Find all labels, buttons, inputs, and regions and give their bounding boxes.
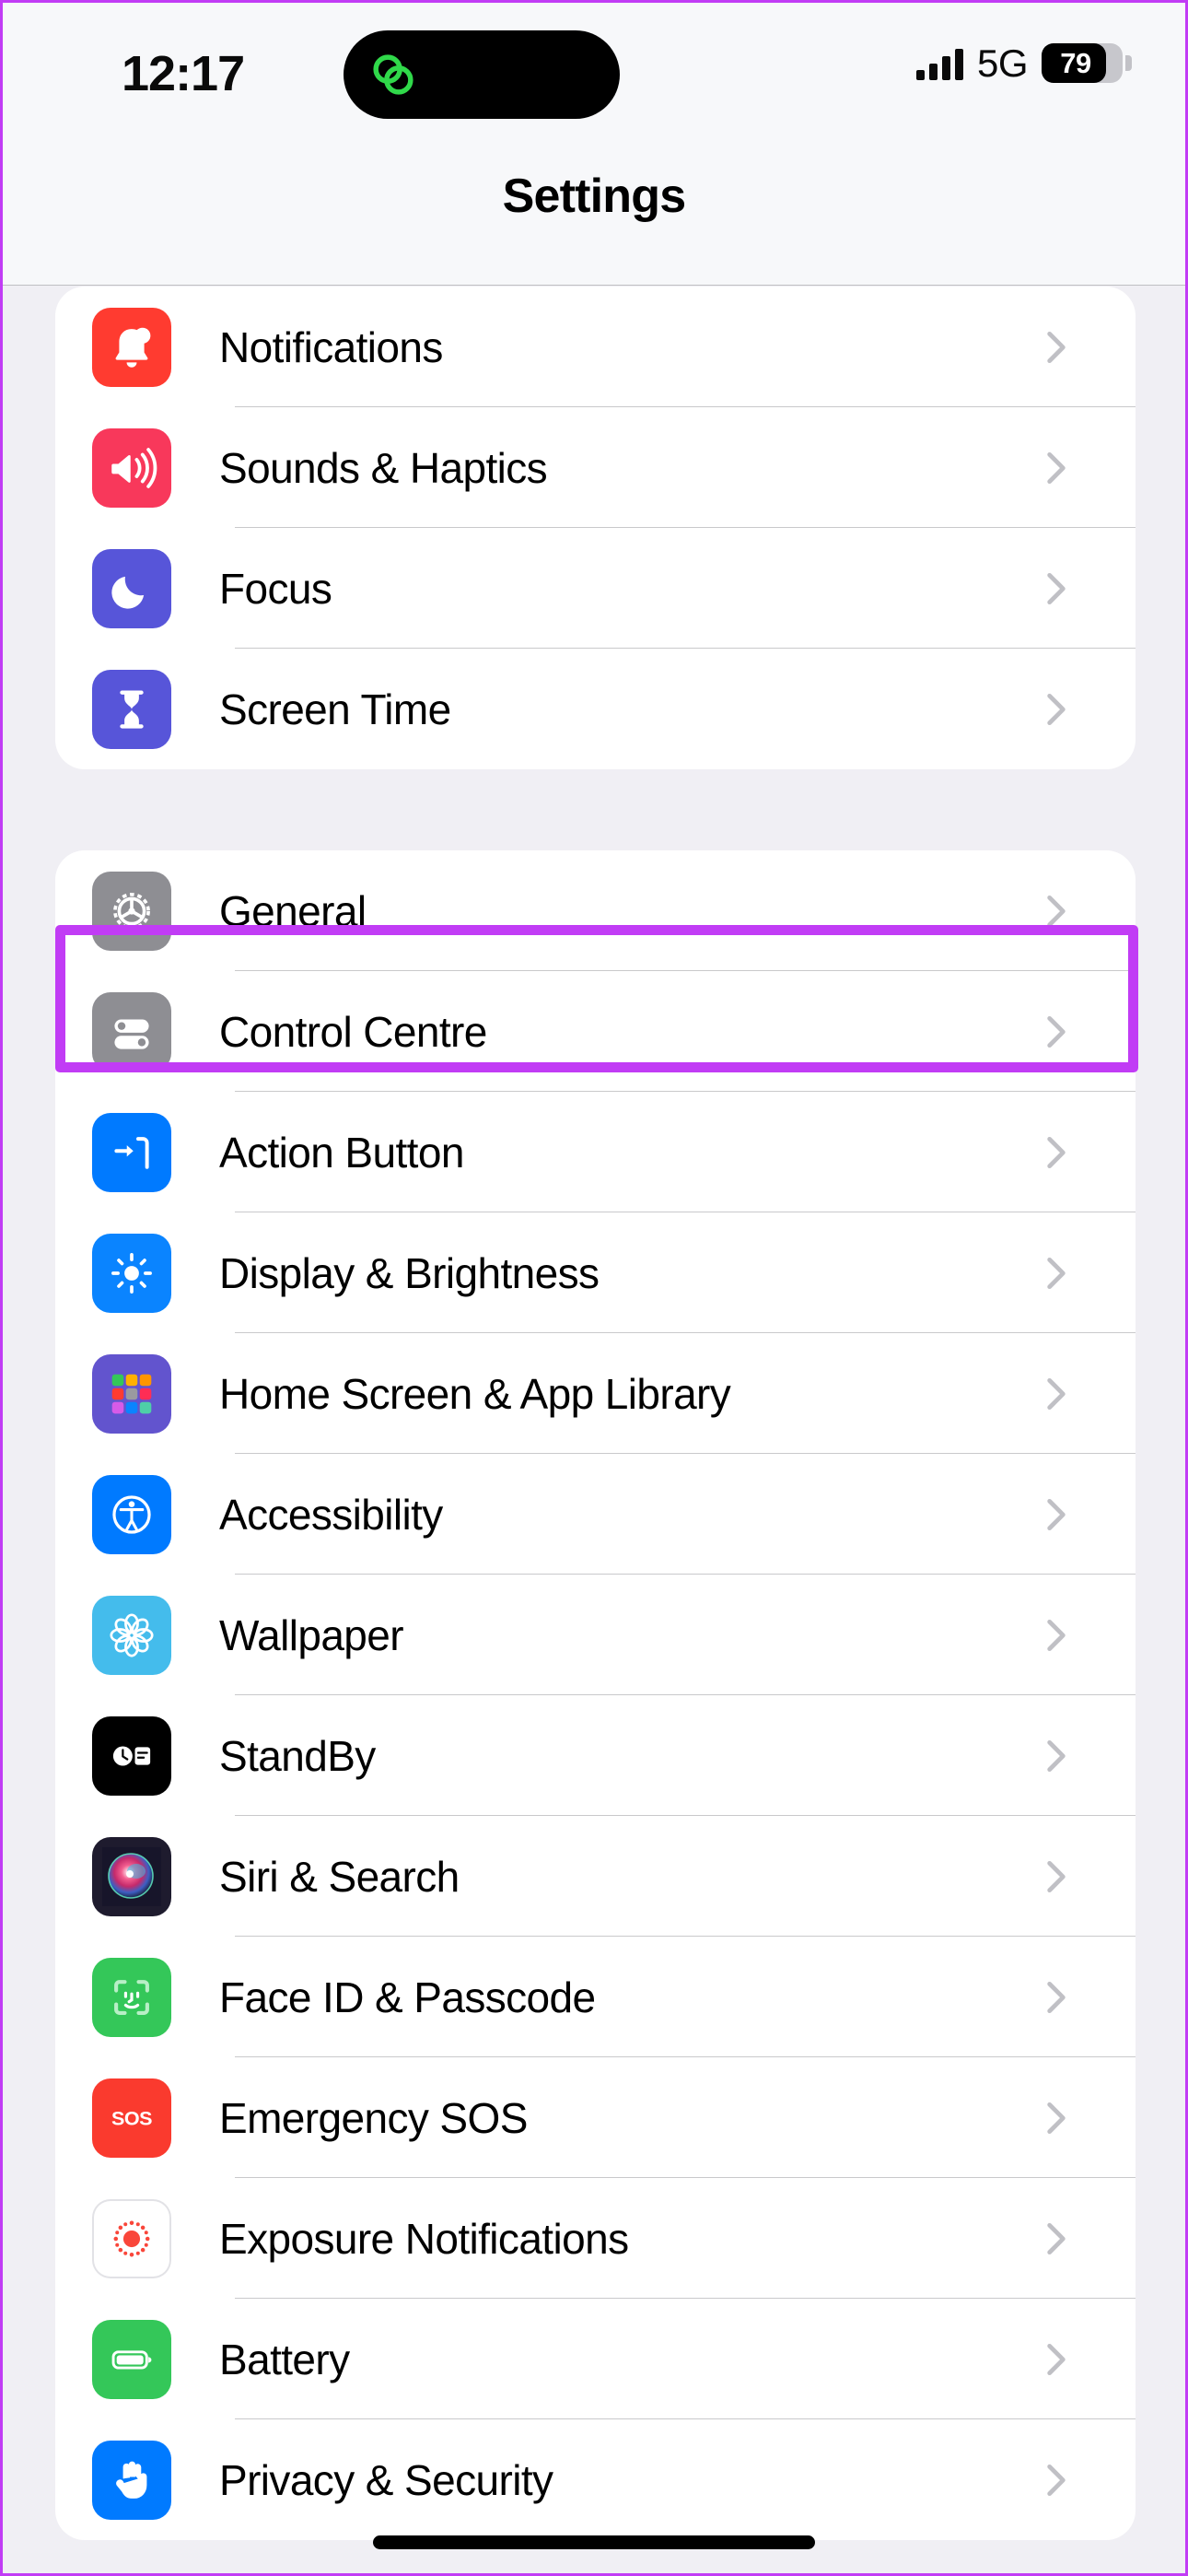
settings-row-general[interactable]: General: [55, 850, 1136, 971]
cellular-signal-icon: [915, 47, 963, 80]
siri-orb-icon: [92, 1836, 171, 1916]
settings-row-privacy-security[interactable]: Privacy & Security: [55, 2419, 1136, 2540]
chevron-right-icon: [1046, 894, 1066, 929]
status-bar-clock: 12:17: [122, 46, 245, 101]
sun-icon: [92, 1233, 171, 1313]
hand-raised-icon: [92, 2440, 171, 2520]
settings-row-display-brightness[interactable]: Display & Brightness: [55, 1212, 1136, 1333]
page-title: Settings: [502, 170, 687, 223]
dynamic-island[interactable]: [344, 30, 620, 119]
settings-group-1: Notifications Sounds & Haptics Focus Scr…: [55, 287, 1136, 769]
settings-row-label: General: [219, 886, 367, 935]
hourglass-icon: [92, 669, 171, 749]
settings-row-label: Control Centre: [219, 1007, 487, 1056]
settings-row-face-id-passcode[interactable]: Face ID & Passcode: [55, 1937, 1136, 2057]
settings-row-emergency-sos[interactable]: SOS Emergency SOS: [55, 2057, 1136, 2178]
settings-row-siri-search[interactable]: Siri & Search: [55, 1816, 1136, 1937]
flower-icon: [92, 1595, 171, 1675]
bell-icon: [92, 307, 171, 387]
settings-row-home-screen-app-library[interactable]: Home Screen & App Library: [55, 1333, 1136, 1454]
sliders-icon: [92, 991, 171, 1071]
speaker-wave-icon: [92, 427, 171, 508]
settings-row-sounds-haptics[interactable]: Sounds & Haptics: [55, 407, 1136, 528]
exposure-dots-icon: [92, 2198, 171, 2278]
standby-clock-icon: [92, 1715, 171, 1796]
network-type-label: 5G: [976, 41, 1029, 85]
settings-group-2: General Control Centre Action Button Dis…: [55, 850, 1136, 2540]
settings-row-battery[interactable]: Battery: [55, 2299, 1136, 2419]
chevron-right-icon: [1046, 2463, 1066, 2498]
action-button-icon: [92, 1112, 171, 1192]
settings-row-label: Battery: [219, 2335, 350, 2383]
svg-text:SOS: SOS: [111, 2106, 152, 2129]
app-grid-icon: [92, 1353, 171, 1434]
chevron-right-icon: [1046, 692, 1066, 727]
settings-row-exposure-notifications[interactable]: Exposure Notifications: [55, 2178, 1136, 2299]
home-indicator: [373, 2535, 815, 2549]
settings-row-screen-time[interactable]: Screen Time: [55, 649, 1136, 769]
battery-percent-label: 79: [1060, 46, 1091, 79]
settings-row-label: Sounds & Haptics: [219, 443, 548, 492]
chevron-right-icon: [1046, 1618, 1066, 1653]
chevron-right-icon: [1046, 1739, 1066, 1774]
settings-row-label: Emergency SOS: [219, 2093, 528, 2142]
chevron-right-icon: [1046, 1376, 1066, 1411]
settings-row-label: Privacy & Security: [219, 2455, 553, 2504]
settings-row-label: Display & Brightness: [219, 1248, 600, 1297]
settings-row-standby[interactable]: StandBy: [55, 1695, 1136, 1816]
settings-list[interactable]: Notifications Sounds & Haptics Focus Scr…: [3, 287, 1185, 2573]
settings-row-wallpaper[interactable]: Wallpaper: [55, 1575, 1136, 1695]
moon-icon: [92, 548, 171, 628]
chevron-right-icon: [1046, 2101, 1066, 2136]
chevron-right-icon: [1046, 1497, 1066, 1532]
chevron-right-icon: [1046, 571, 1066, 606]
chevron-right-icon: [1046, 2221, 1066, 2256]
link-circles-icon: [373, 54, 413, 95]
battery-icon: 79: [1042, 43, 1132, 83]
chevron-right-icon: [1046, 1859, 1066, 1894]
settings-row-action-button[interactable]: Action Button: [55, 1092, 1136, 1212]
settings-row-control-centre[interactable]: Control Centre: [55, 971, 1136, 1092]
sos-icon: SOS: [92, 2078, 171, 2158]
chevron-right-icon: [1046, 1980, 1066, 2015]
settings-row-label: Siri & Search: [219, 1852, 460, 1901]
settings-row-label: Focus: [219, 564, 332, 613]
accessibility-icon: [92, 1474, 171, 1554]
settings-row-label: Face ID & Passcode: [219, 1973, 596, 2021]
settings-row-label: Screen Time: [219, 685, 451, 733]
chevron-right-icon: [1046, 451, 1066, 486]
chevron-right-icon: [1046, 1135, 1066, 1170]
settings-row-label: Exposure Notifications: [219, 2214, 629, 2263]
chevron-right-icon: [1046, 1256, 1066, 1291]
gear-icon: [92, 871, 171, 951]
chevron-right-icon: [1046, 330, 1066, 365]
settings-row-label: Wallpaper: [219, 1610, 404, 1659]
settings-row-focus[interactable]: Focus: [55, 528, 1136, 649]
status-bar-indicators: 5G 79: [915, 41, 1132, 85]
iphone-screen: 12:17 5G 79 Settings Notifications Sound…: [0, 0, 1188, 2576]
chevron-right-icon: [1046, 2342, 1066, 2377]
settings-row-label: StandBy: [219, 1731, 376, 1780]
chevron-right-icon: [1046, 1014, 1066, 1049]
settings-row-label: Home Screen & App Library: [219, 1369, 731, 1418]
settings-row-label: Accessibility: [219, 1490, 443, 1539]
face-id-icon: [92, 1957, 171, 2037]
settings-row-accessibility[interactable]: Accessibility: [55, 1454, 1136, 1575]
settings-row-label: Action Button: [219, 1128, 464, 1177]
settings-row-label: Notifications: [219, 322, 443, 371]
status-bar: 12:17 5G 79: [3, 3, 1185, 143]
settings-row-notifications[interactable]: Notifications: [55, 287, 1136, 407]
battery-full-icon: [92, 2319, 171, 2399]
navigation-bar: Settings: [3, 143, 1185, 286]
